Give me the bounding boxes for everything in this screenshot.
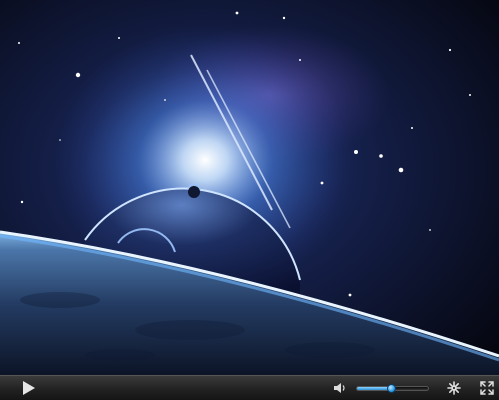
mute-button[interactable] [330, 376, 350, 400]
volume-slider[interactable] [356, 384, 429, 393]
volume-knob[interactable] [387, 384, 396, 393]
control-bar [0, 375, 499, 400]
video-player [0, 0, 499, 400]
volume-fill [357, 387, 391, 390]
play-button[interactable] [14, 376, 44, 400]
video-frame[interactable] [0, 0, 499, 375]
fullscreen-icon [480, 381, 494, 395]
settings-button[interactable] [444, 376, 464, 400]
play-icon [23, 381, 35, 395]
gear-icon [447, 381, 461, 395]
space-scene-image [0, 0, 499, 375]
speaker-icon [334, 383, 345, 393]
fullscreen-button[interactable] [477, 376, 497, 400]
